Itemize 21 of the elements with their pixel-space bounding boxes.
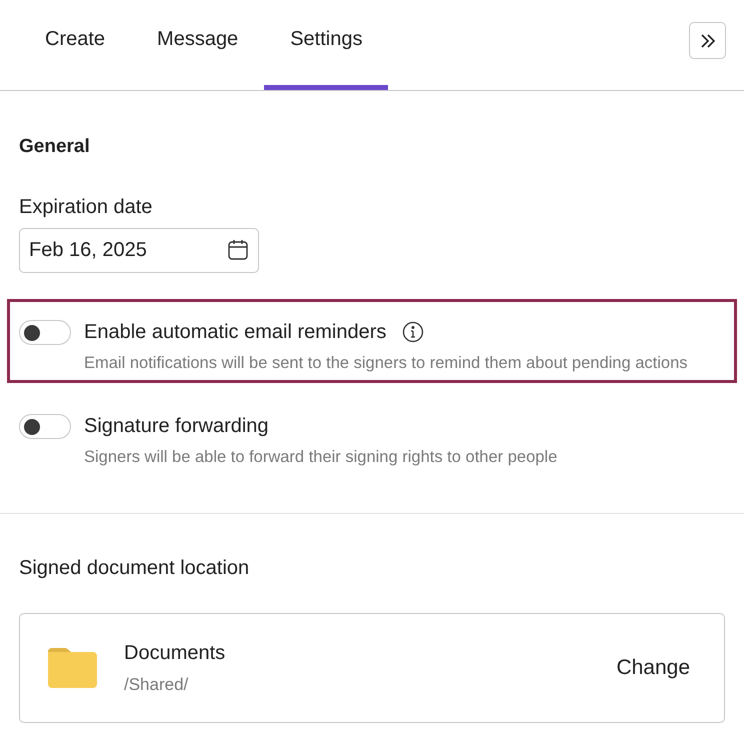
option-description: Email notifications will be sent to the signers to remind them about pending actions [84, 352, 688, 374]
double-chevron-icon [698, 32, 716, 50]
tab[interactable]: Create [19, 0, 132, 90]
collapse-button[interactable] [689, 22, 726, 59]
toggle-switch[interactable] [19, 320, 71, 344]
folder-name: Documents [124, 640, 226, 666]
section-heading: General [19, 135, 91, 159]
section-label: Signed document location [19, 556, 250, 580]
folder-icon [48, 648, 97, 688]
change-button[interactable]: Change [616, 652, 690, 684]
date-field[interactable]: Feb 16, 2025 [19, 228, 259, 272]
toggle-switch[interactable] [19, 414, 71, 438]
info-icon[interactable] [402, 320, 424, 342]
folder-path: /Shared/ [124, 674, 190, 696]
tab[interactable]: Message [131, 0, 264, 90]
option-title: Signature forwarding [84, 414, 269, 438]
calendar-icon [227, 239, 249, 261]
field-label: Expiration date [19, 194, 154, 220]
tab[interactable]: Settings [264, 0, 388, 90]
option-title: Enable automatic email reminders [84, 320, 386, 344]
option-description: Signers will be able to forward their signing rights to other people [84, 446, 558, 468]
